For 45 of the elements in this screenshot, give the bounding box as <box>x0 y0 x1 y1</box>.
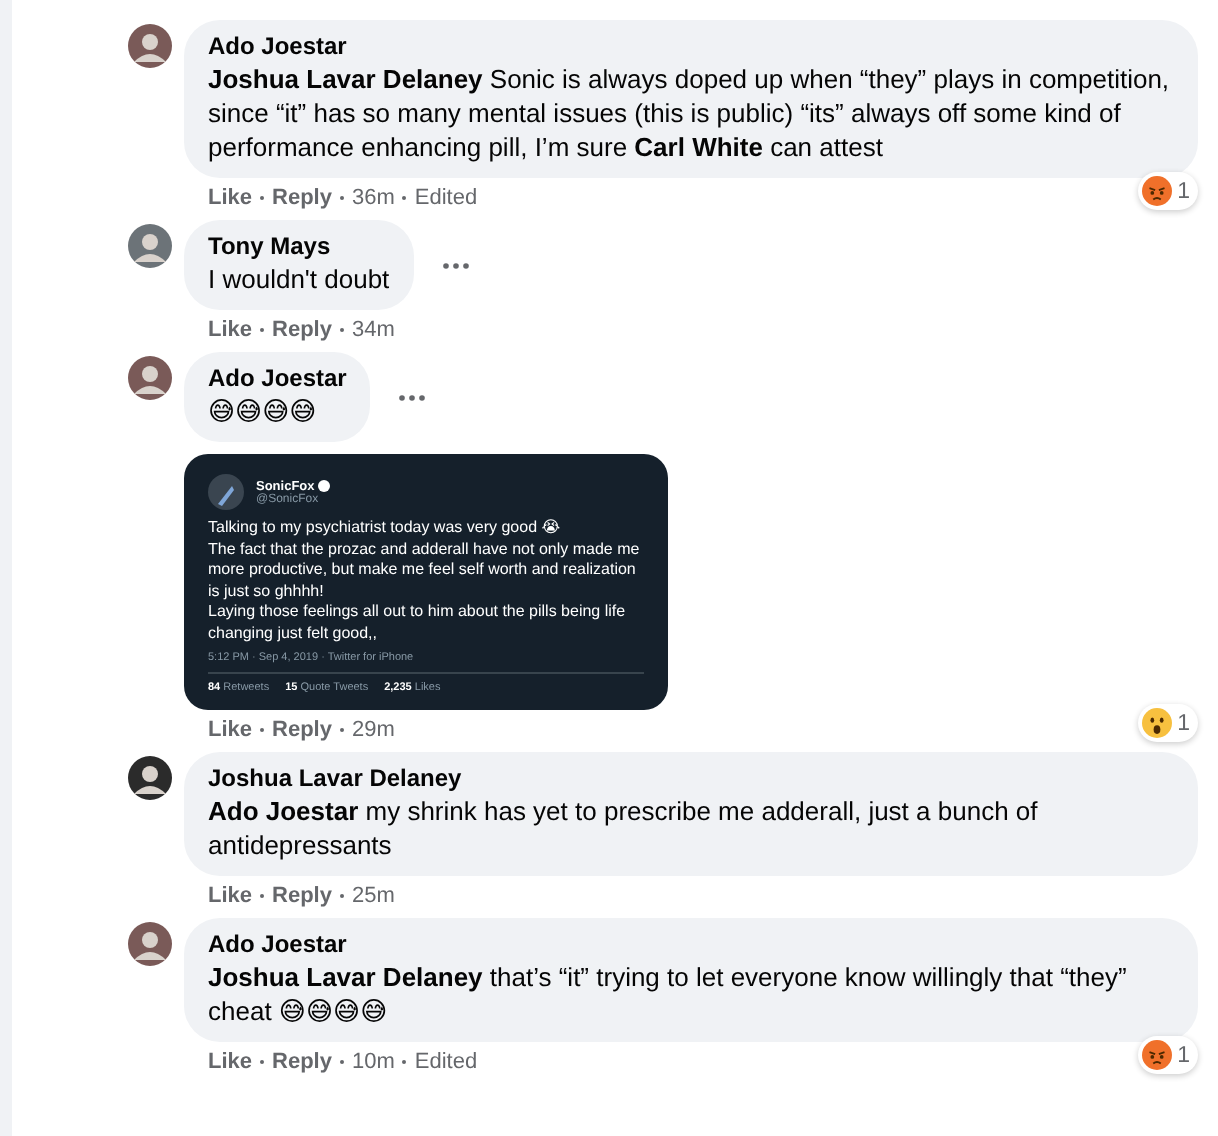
avatar[interactable] <box>128 922 172 966</box>
comment-text: 😅😅😅😅 <box>208 394 319 428</box>
comment-text: I wouldn't doubt <box>208 262 390 296</box>
comment-text: Joshua Lavar Delaney that’s “it” trying to let everyone know willingly that “they” cheat 😅😅😅😅 <box>208 960 1129 1028</box>
reply-link[interactable]: Reply <box>272 186 332 210</box>
tweet-screenshot[interactable] <box>184 454 668 710</box>
surprised-face-icon <box>1141 708 1172 738</box>
commenter-name[interactable]: Ado Joestar <box>208 930 1174 960</box>
comment-time[interactable]: 34m <box>351 318 395 342</box>
reaction-count[interactable]: 1 <box>1137 172 1198 210</box>
tweet-avatar <box>208 474 244 510</box>
reaction-number: 1 <box>1177 711 1190 735</box>
comment-time[interactable]: 29m <box>351 718 395 742</box>
reaction-count[interactable]: 1 <box>1137 1036 1198 1074</box>
commenter-name[interactable]: Joshua Lavar Delaney <box>208 764 1174 794</box>
more-options-icon[interactable] <box>398 393 427 401</box>
like-link[interactable]: Like <box>208 186 253 210</box>
reaction-count[interactable]: 1 <box>1137 704 1198 742</box>
avatar[interactable] <box>128 24 172 68</box>
comment-time[interactable]: 10m <box>351 1050 395 1074</box>
like-link[interactable]: Like <box>208 718 253 742</box>
edited-label: Edited <box>414 186 478 210</box>
avatar[interactable] <box>128 356 172 400</box>
commenter-name[interactable]: Tony Mays <box>208 232 390 262</box>
like-link[interactable]: Like <box>208 884 253 908</box>
like-link[interactable]: Like <box>208 318 253 342</box>
like-link[interactable]: Like <box>208 1050 253 1074</box>
reaction-number: 1 <box>1177 1043 1190 1067</box>
edited-label: Edited <box>414 1050 478 1074</box>
comment-time[interactable]: 25m <box>351 884 395 908</box>
commenter-name[interactable]: Ado Joestar <box>208 364 347 394</box>
comment-time[interactable]: 36m <box>351 186 395 210</box>
angry-face-icon <box>1141 1040 1172 1070</box>
comment-text: Joshua Lavar Delaney Sonic is always doped up when “they” plays in competition, since “it” has so many mental issues (this is public) “its” always off some kind of performance enhancing pill, I’m sure Carl White can attest <box>208 62 1172 164</box>
angry-face-icon <box>1141 176 1172 206</box>
commenter-name[interactable]: Ado Joestar <box>208 32 1174 62</box>
reaction-number: 1 <box>1177 179 1190 203</box>
reply-link[interactable]: Reply <box>272 884 332 908</box>
avatar[interactable] <box>128 756 172 800</box>
reply-link[interactable]: Reply <box>272 318 332 342</box>
comment-text: Ado Joestar my shrink has yet to prescribe me adderall, just a bunch of antidepressants <box>208 794 1040 862</box>
reply-link[interactable]: Reply <box>272 1050 332 1074</box>
reply-link[interactable]: Reply <box>272 718 332 742</box>
more-options-icon[interactable] <box>441 261 470 269</box>
tweet-text: Talking to my psychiatrist today was very good 😭 The fact that the prozac and adderall have not only made me more productive, but make me feel self worth and realization is just so ghhhh! Laying those feelings all out to him about the pills being life changing just felt good,, <box>208 518 642 644</box>
